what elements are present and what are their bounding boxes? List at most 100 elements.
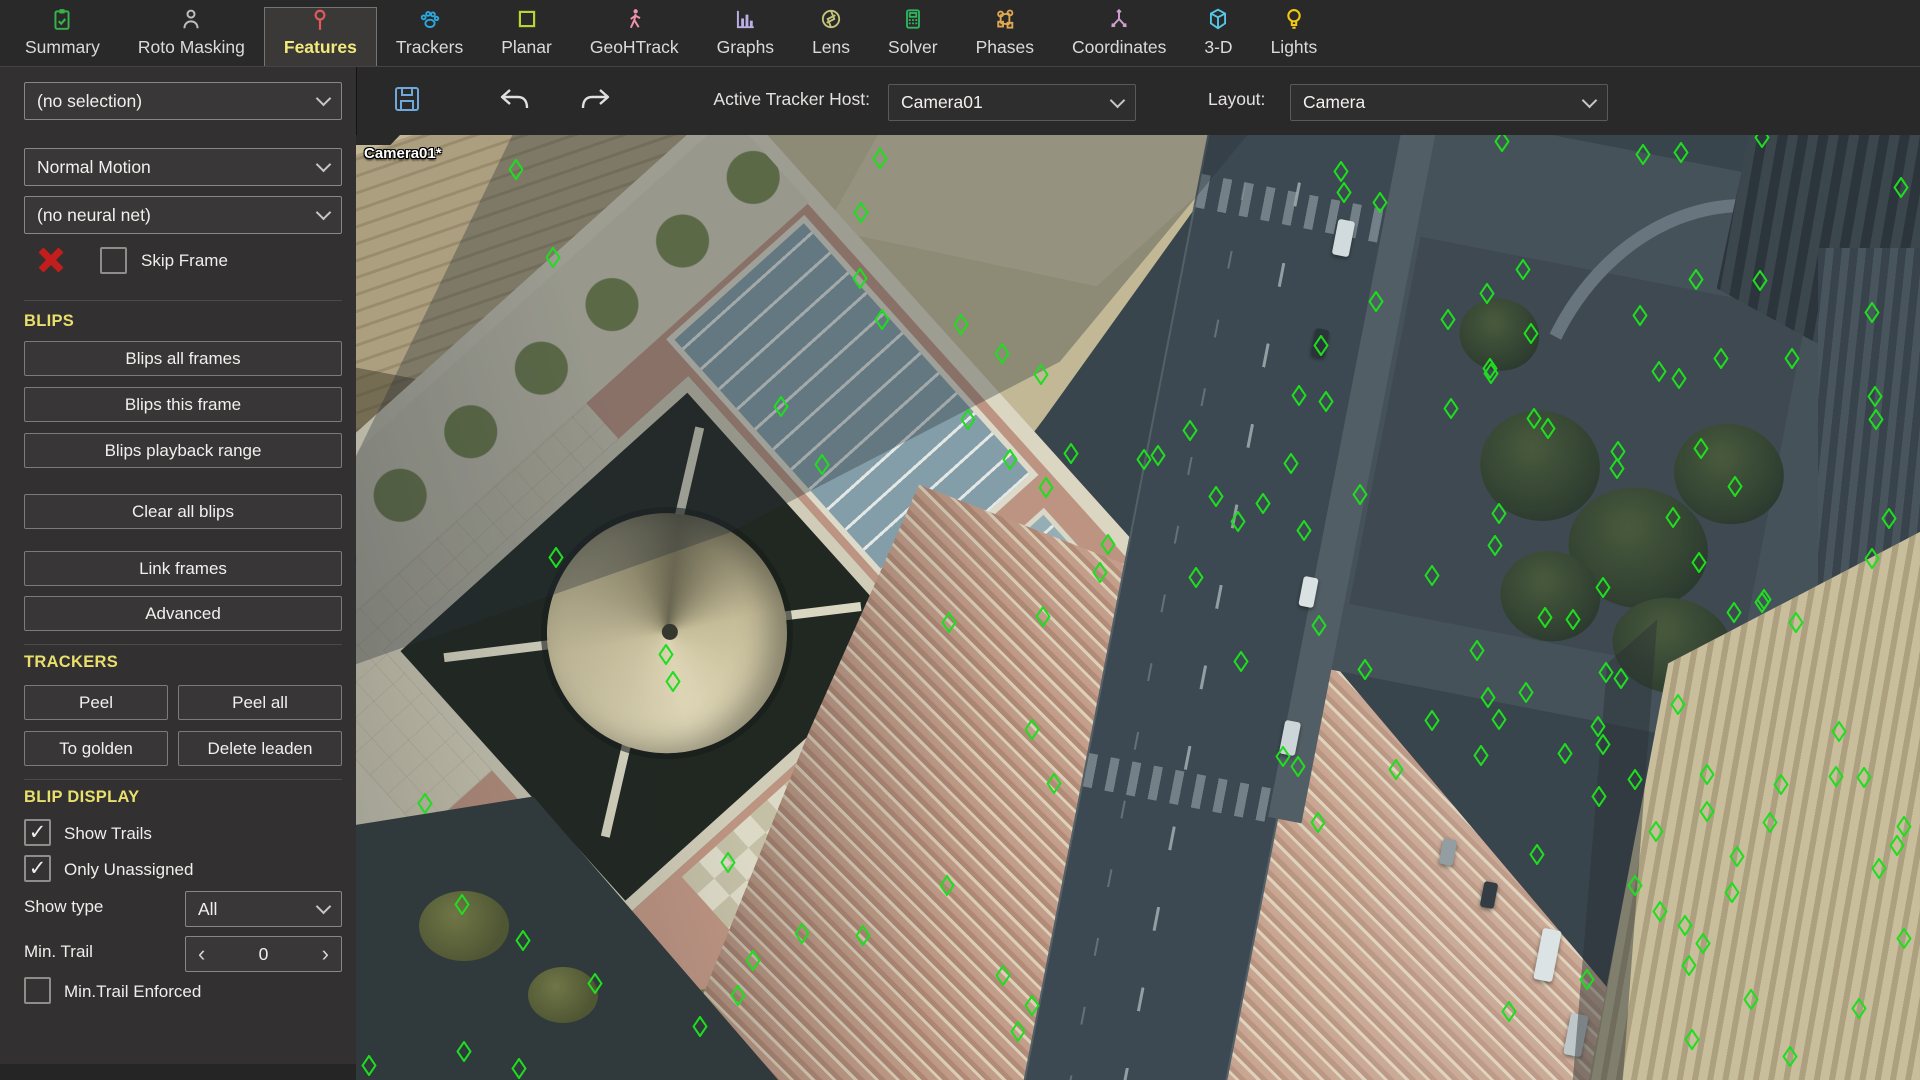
tracker-blip[interactable] [1046,773,1061,799]
tracker-blip[interactable] [666,671,681,697]
tab-graphs[interactable]: Graphs [698,0,793,66]
link-frames-button[interactable]: Link frames [24,551,342,586]
tracker-blip[interactable] [1725,882,1740,908]
tracker-blip[interactable] [1209,486,1224,512]
tracker-blip[interactable] [1479,283,1494,309]
tracker-blip[interactable] [1353,484,1368,510]
tracker-blip[interactable] [1628,875,1643,901]
tracker-blip[interactable] [516,930,531,956]
tracker-blip[interactable] [1595,577,1610,603]
show-trails-checkbox[interactable]: ✓ [24,819,51,846]
tracker-blip[interactable] [1284,453,1299,479]
delete-leaden-button[interactable]: Delete leaden [178,731,342,766]
tracker-blip[interactable] [1002,449,1017,475]
tracker-blip[interactable] [658,644,673,670]
tracker-blip[interactable] [1579,969,1594,995]
tab-summary[interactable]: Summary [6,0,119,66]
tab-3d[interactable]: 3-D [1185,0,1251,66]
tracker-blip[interactable] [1151,445,1166,471]
tracker-blip[interactable] [874,309,889,335]
clear-all-blips-button[interactable]: Clear all blips [24,494,342,529]
tracker-blip[interactable] [1234,651,1249,677]
show-type-dropdown[interactable]: All [185,891,342,927]
tracker-blip[interactable] [1728,476,1743,502]
tracker-blip[interactable] [1636,144,1651,170]
layout-dropdown[interactable]: Camera [1290,84,1608,121]
tracker-blip[interactable] [954,314,969,340]
tracker-blip[interactable] [1292,385,1307,411]
camera-viewport[interactable]: Camera01* [356,135,1920,1080]
tracker-blip[interactable] [1487,535,1502,561]
tracker-blip[interactable] [1034,364,1049,390]
tracker-blip[interactable] [1700,764,1715,790]
tracker-blip[interactable] [1188,567,1203,593]
tracker-blip[interactable] [1440,309,1455,335]
tracker-blip[interactable] [1389,759,1404,785]
tab-roto-masking[interactable]: Roto Masking [119,0,264,66]
tracker-blip[interactable] [1310,812,1325,838]
tracker-blip[interactable] [1357,659,1372,685]
tracker-blip[interactable] [1443,398,1458,424]
increment-arrow-icon[interactable]: › [322,943,329,965]
tracker-blip[interactable] [1010,1021,1025,1047]
tab-planar[interactable]: Planar [482,0,571,66]
tracker-blip[interactable] [1673,142,1688,168]
motion-mode-dropdown[interactable]: Normal Motion [24,148,342,186]
tab-lights[interactable]: Lights [1252,0,1337,66]
tracker-blip[interactable] [1312,615,1327,641]
tracker-blip[interactable] [1689,269,1704,295]
min-trail-enforced-checkbox[interactable] [24,977,51,1004]
tracker-blip[interactable] [1313,335,1328,361]
tracker-blip[interactable] [511,1058,526,1080]
neural-net-dropdown[interactable]: (no neural net) [24,196,342,234]
tracker-blip[interactable] [1695,933,1710,959]
tracker-blip[interactable] [1101,534,1116,560]
tracker-blip[interactable] [1038,477,1053,503]
tracker-blip[interactable] [1518,682,1533,708]
only-unassigned-checkbox[interactable]: ✓ [24,855,51,882]
tracker-blip[interactable] [1523,323,1538,349]
tracker-blip[interactable] [1093,562,1108,588]
tracker-blip[interactable] [1515,259,1530,285]
tracker-blip[interactable] [1789,612,1804,638]
tracker-blip[interactable] [1492,503,1507,529]
tracker-blip[interactable] [1648,821,1663,847]
tracker-blip[interactable] [1730,846,1745,872]
tab-trackers[interactable]: Trackers [377,0,482,66]
tracker-blip[interactable] [1337,182,1352,208]
tracker-blip[interactable] [1598,662,1613,688]
tracker-blip[interactable] [941,612,956,638]
tracker-blip[interactable] [1276,746,1291,772]
tracker-blip[interactable] [1470,640,1485,666]
tracker-blip[interactable] [1318,391,1333,417]
tab-phases[interactable]: Phases [957,0,1053,66]
tracker-blip[interactable] [1681,955,1696,981]
tracker-blip[interactable] [1753,270,1768,296]
tracker-blip[interactable] [1684,1029,1699,1055]
tracker-blip[interactable] [1540,418,1555,444]
tracker-blip[interactable] [1700,801,1715,827]
selection-dropdown[interactable]: (no selection) [24,82,342,120]
tracker-blip[interactable] [1864,548,1879,574]
tracker-blip[interactable] [417,793,432,819]
tracker-blip[interactable] [1773,774,1788,800]
delete-blip-button[interactable] [36,245,66,275]
tracker-blip[interactable] [1867,386,1882,412]
tracker-blip[interactable] [1726,602,1741,628]
tab-geohtrack[interactable]: GeoHTrack [571,0,698,66]
tracker-blip[interactable] [1137,449,1152,475]
tracker-blip[interactable] [996,965,1011,991]
tracker-blip[interactable] [815,454,830,480]
tracker-blip[interactable] [1557,743,1572,769]
tracker-blip[interactable] [1296,520,1311,546]
tracker-blip[interactable] [1063,443,1078,469]
tracker-blip[interactable] [1692,552,1707,578]
tracker-blip[interactable] [1714,348,1729,374]
tracker-blip[interactable] [1492,709,1507,735]
tracker-blip[interactable] [774,396,789,422]
tracker-blip[interactable] [872,148,887,174]
blips-this-frame-button[interactable]: Blips this frame [24,387,342,422]
tracker-blip[interactable] [1744,989,1759,1015]
decrement-arrow-icon[interactable]: ‹ [198,943,205,965]
tracker-blip[interactable] [794,923,809,949]
